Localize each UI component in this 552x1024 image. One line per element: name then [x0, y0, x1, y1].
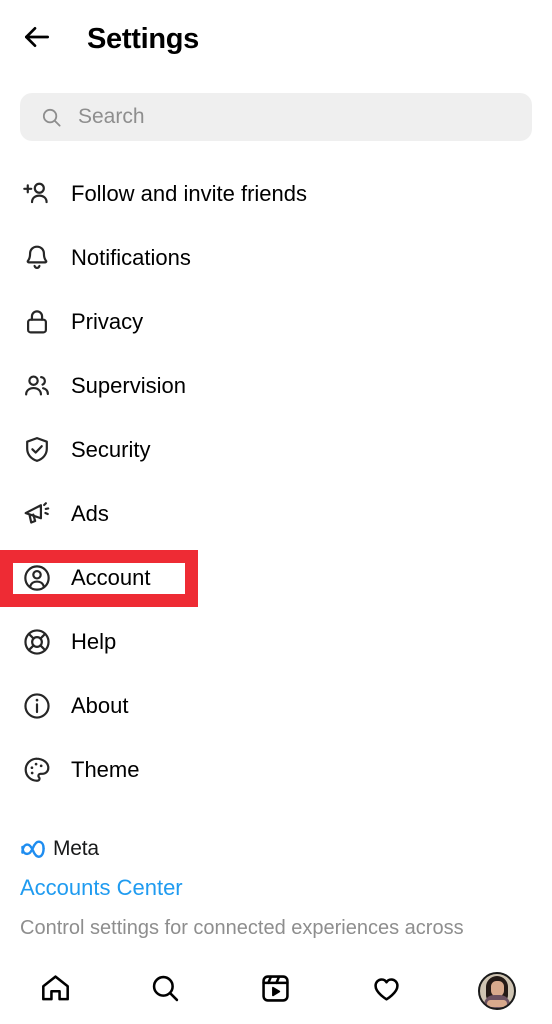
- meta-section: Meta Accounts Center Control settings fo…: [20, 836, 532, 941]
- info-circle-icon: [20, 689, 54, 723]
- account-circle-icon: [20, 561, 54, 595]
- settings-screen: Settings Follow and invite friends: [0, 0, 552, 1024]
- menu-item-privacy[interactable]: Privacy: [0, 290, 552, 354]
- back-arrow-icon: [21, 21, 53, 58]
- bottom-nav: [0, 958, 552, 1024]
- lifebuoy-icon: [20, 625, 54, 659]
- header: Settings: [0, 0, 552, 78]
- shield-check-icon: [20, 433, 54, 467]
- nav-item-profile[interactable]: [457, 962, 537, 1020]
- settings-menu: Follow and invite friends Notifications …: [0, 162, 552, 802]
- menu-item-label: About: [71, 693, 129, 718]
- menu-item-label: Ads: [71, 501, 109, 526]
- avatar: [477, 972, 516, 1010]
- menu-item-help[interactable]: Help: [0, 610, 552, 674]
- search-input[interactable]: [78, 93, 532, 141]
- megaphone-icon: [20, 497, 54, 531]
- nav-item-activity[interactable]: [346, 962, 426, 1020]
- reels-icon: [259, 972, 292, 1010]
- meta-description: Control settings for connected experienc…: [20, 917, 464, 939]
- menu-item-notifications[interactable]: Notifications: [0, 226, 552, 290]
- meta-infinity-icon: [20, 840, 46, 858]
- bell-icon: [20, 241, 54, 275]
- menu-item-account[interactable]: Account: [0, 546, 552, 610]
- nav-item-home[interactable]: [15, 962, 95, 1020]
- palette-icon: [20, 753, 54, 787]
- home-icon: [39, 972, 72, 1010]
- menu-item-label: Privacy: [71, 309, 144, 334]
- menu-item-theme[interactable]: Theme: [0, 738, 552, 802]
- menu-item-about[interactable]: About: [0, 674, 552, 738]
- heart-icon: [370, 972, 403, 1010]
- menu-item-supervision[interactable]: Supervision: [0, 354, 552, 418]
- menu-item-label: Supervision: [71, 373, 186, 398]
- menu-item-label: Follow and invite friends: [71, 181, 308, 206]
- menu-item-label: Account: [71, 565, 151, 590]
- menu-item-label: Security: [71, 437, 151, 462]
- meta-brand: Meta: [20, 836, 532, 862]
- lock-icon: [20, 305, 54, 339]
- people-icon: [20, 369, 54, 403]
- person-add-icon: [20, 177, 54, 211]
- meta-brand-label: Meta: [53, 837, 99, 860]
- back-button[interactable]: [8, 10, 66, 68]
- menu-item-follow-and-invite-friends[interactable]: Follow and invite friends: [0, 162, 552, 226]
- menu-item-label: Theme: [71, 757, 140, 782]
- search-icon: [149, 972, 182, 1010]
- search-bar[interactable]: [20, 93, 532, 141]
- menu-item-label: Notifications: [71, 245, 191, 270]
- search-icon: [40, 106, 63, 129]
- menu-item-ads[interactable]: Ads: [0, 482, 552, 546]
- page-title: Settings: [87, 22, 199, 55]
- menu-item-security[interactable]: Security: [0, 418, 552, 482]
- menu-item-label: Help: [71, 629, 117, 654]
- accounts-center-link[interactable]: Accounts Center: [20, 875, 532, 901]
- nav-item-reels[interactable]: [236, 962, 316, 1020]
- nav-item-search[interactable]: [126, 962, 206, 1020]
